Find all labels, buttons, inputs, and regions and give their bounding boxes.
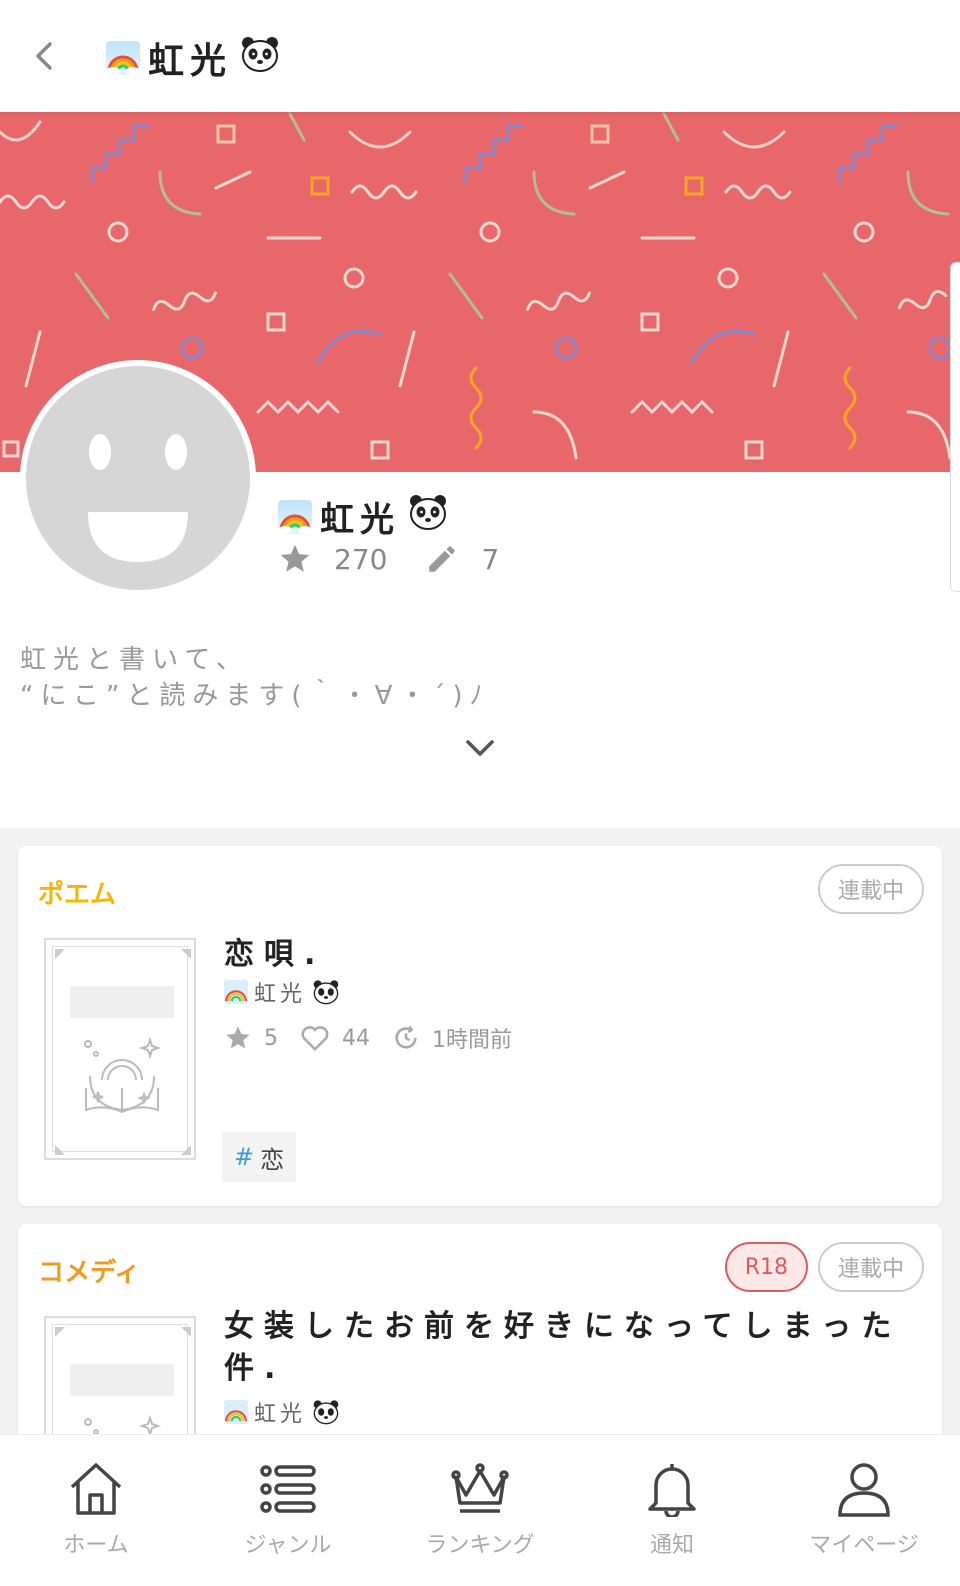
author-name: 虹光: [254, 982, 307, 1007]
badge-group: 連載中: [817, 864, 924, 914]
panda-icon: [240, 35, 280, 82]
avatar: [20, 360, 256, 596]
header-title: 虹光: [148, 41, 233, 82]
bio-line: 虹光と書いて、: [20, 645, 249, 675]
cover-title-placeholder: [70, 986, 174, 1018]
tag-hash: #: [234, 1143, 255, 1171]
user-icon: [838, 1463, 890, 1517]
scrollbar[interactable]: [950, 262, 960, 592]
rainbow-icon: [106, 41, 140, 75]
default-avatar-face-icon: [26, 366, 250, 590]
author-name: 虹光: [254, 1402, 307, 1427]
nav-label: マイページ: [809, 1533, 919, 1558]
crown-icon: [451, 1463, 509, 1513]
back-button[interactable]: [22, 30, 66, 82]
chevron-left-icon: [36, 42, 52, 70]
tag-label: 恋: [260, 1145, 285, 1174]
nav-genre[interactable]: ジャンル: [192, 1435, 384, 1586]
profile-name: 虹光: [320, 500, 400, 540]
profile-star-count: 270: [334, 542, 388, 576]
header-title-group: 虹光: [106, 32, 280, 84]
book-placeholder-icon: [84, 1036, 162, 1114]
rainbow-icon: [278, 499, 312, 534]
bell-icon: [648, 1464, 696, 1517]
work-title[interactable]: 女装したお前を好きになってしまった件.: [224, 1306, 924, 1390]
panda-icon: [313, 980, 339, 1005]
work-card[interactable]: コメディ R18 連載中 女装したお前を好きになってしまった件. 虹光: [18, 1224, 942, 1538]
panda-icon: [408, 493, 448, 540]
bio-line: “にこ”と読みます(｀・∀・´)ﾉ: [20, 681, 490, 711]
badge-group: R18 連載中: [724, 1242, 924, 1292]
nav-notifications[interactable]: 通知: [576, 1435, 768, 1586]
nav-label: ホーム: [63, 1533, 129, 1558]
panda-icon: [313, 1400, 339, 1425]
profile-name-group: 虹光: [278, 492, 448, 541]
star-icon: [280, 544, 310, 572]
status-badge: 連載中: [817, 1242, 924, 1292]
work-cover[interactable]: [44, 938, 196, 1160]
profile-bio: 虹光と書いて、 “にこ”と読みます(｀・∀・´)ﾉ: [20, 642, 490, 714]
list-icon: [260, 1465, 316, 1513]
rainbow-icon: [224, 980, 248, 1004]
expand-bio-button[interactable]: [458, 730, 502, 766]
work-updated: 1時間前: [432, 1028, 512, 1053]
pencil-icon: [429, 546, 456, 572]
rating-badge: R18: [724, 1242, 808, 1292]
star-icon: [226, 1026, 250, 1049]
genre-label: ポエム: [38, 880, 117, 910]
nav-home[interactable]: ホーム: [0, 1435, 192, 1586]
work-title[interactable]: 恋唄.: [224, 934, 325, 976]
work-author[interactable]: 虹光: [224, 976, 340, 1008]
bottom-navigation: ホーム ジャンル ランキング 通知 マイページ: [0, 1434, 960, 1586]
cover-title-placeholder: [70, 1364, 174, 1396]
tag-chip[interactable]: # 恋: [222, 1132, 297, 1182]
genre-label: コメディ: [38, 1258, 141, 1288]
work-like-count: 44: [342, 1025, 370, 1051]
home-icon: [70, 1463, 122, 1515]
rainbow-icon: [224, 1400, 248, 1424]
nav-mypage[interactable]: マイページ: [768, 1435, 960, 1586]
work-star-count: 5: [264, 1025, 278, 1051]
update-clock-icon: [395, 1025, 417, 1049]
work-card[interactable]: ポエム 連載中 恋唄. 虹光 5 44 1時間前 # 恋: [18, 846, 942, 1206]
nav-label: ランキング: [425, 1533, 535, 1558]
nav-label: ジャンル: [244, 1533, 332, 1558]
profile-stats: 270 7: [278, 542, 537, 576]
app-header: 虹光: [0, 0, 960, 112]
status-badge: 連載中: [817, 864, 924, 914]
nav-label: 通知: [649, 1533, 694, 1558]
work-author[interactable]: 虹光: [224, 1396, 340, 1428]
work-stats: 5 44 1時間前: [224, 1022, 534, 1054]
profile-work-count: 7: [481, 542, 500, 576]
heart-icon: [301, 1026, 329, 1052]
chevron-down-icon: [466, 740, 494, 756]
nav-ranking[interactable]: ランキング: [384, 1435, 576, 1586]
